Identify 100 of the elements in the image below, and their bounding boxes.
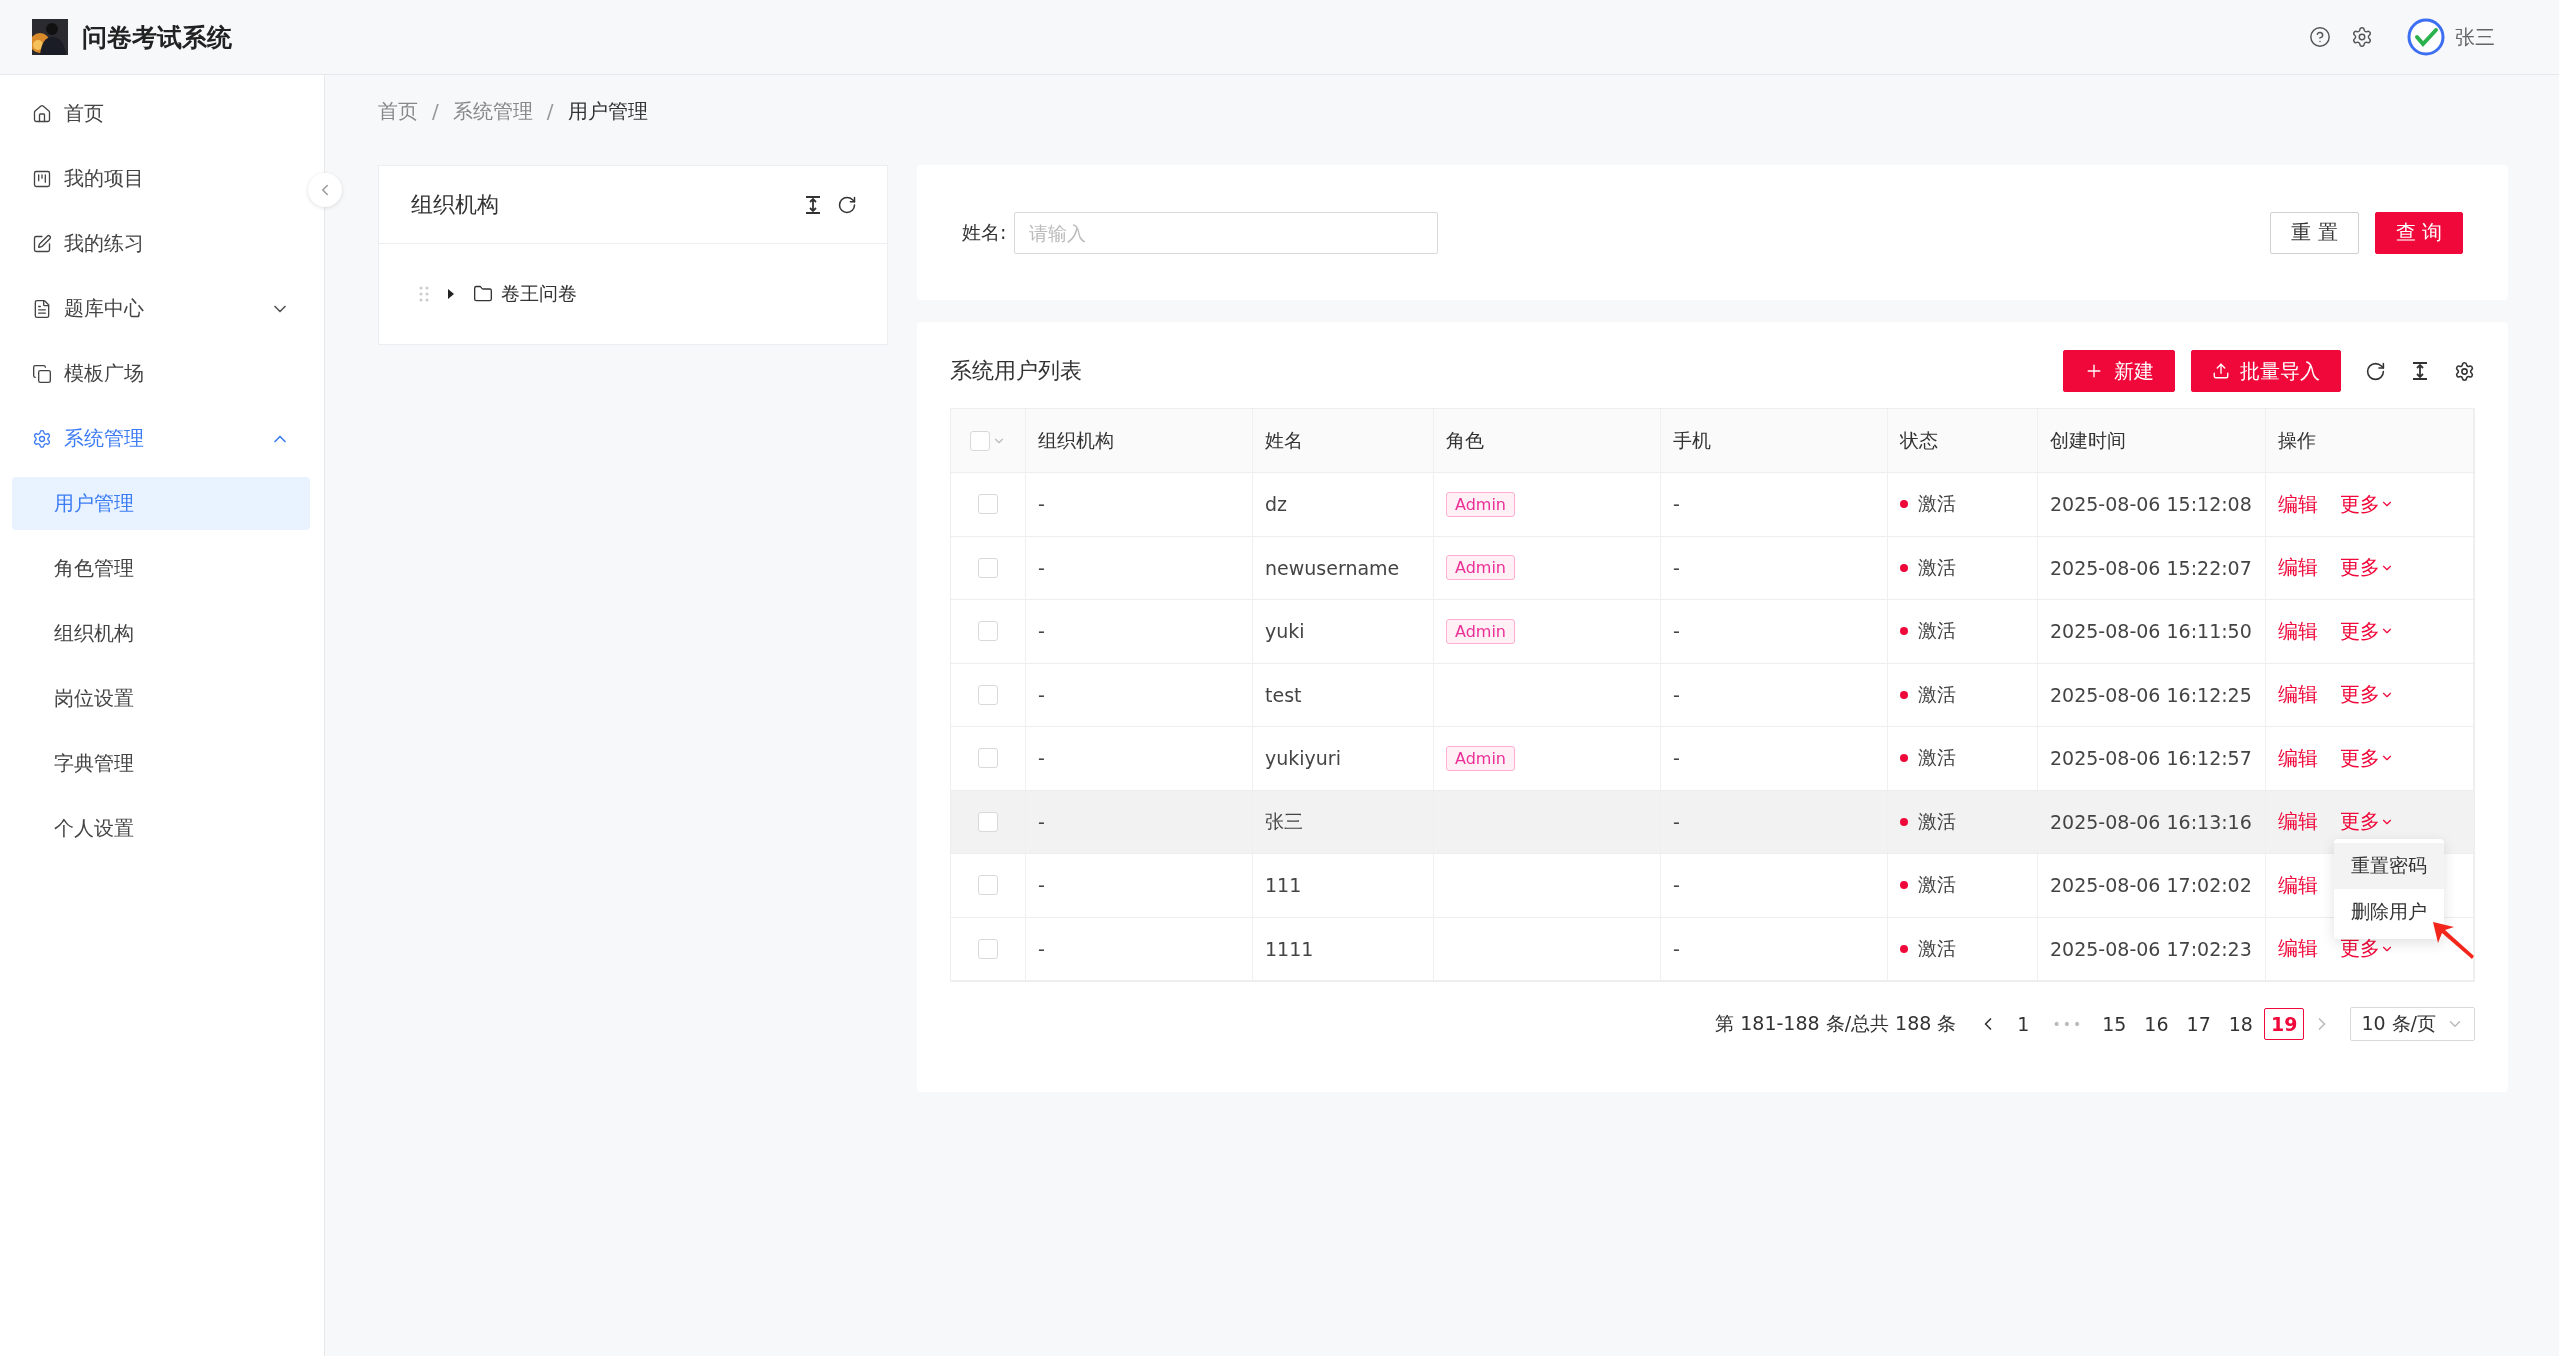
more-link[interactable]: 更多 <box>2340 681 2394 709</box>
row-checkbox[interactable] <box>978 621 998 642</box>
row-checkbox[interactable] <box>978 748 998 769</box>
sidebar-item[interactable]: 我的项目 <box>12 152 310 205</box>
edit-link[interactable]: 编辑 <box>2278 808 2318 836</box>
sidebar-subitem[interactable]: 个人设置 <box>12 802 310 855</box>
edit-link[interactable]: 编辑 <box>2278 681 2318 709</box>
drag-handle-icon[interactable] <box>419 286 429 302</box>
table-cell: - <box>1038 620 1045 643</box>
table-title: 系统用户列表 <box>950 357 1083 385</box>
density-icon[interactable] <box>803 194 823 215</box>
edit-link[interactable]: 编辑 <box>2278 490 2318 518</box>
status-dot <box>1900 500 1908 509</box>
column-header: 手机 <box>1661 409 1888 472</box>
table-cell: - <box>1038 747 1045 770</box>
column-header: 操作 <box>2266 409 2474 472</box>
more-link[interactable]: 更多 <box>2340 744 2394 772</box>
status-dot <box>1900 627 1908 636</box>
row-checkbox[interactable] <box>978 875 998 896</box>
query-button[interactable]: 查 询 <box>2374 211 2463 254</box>
status-dot <box>1900 817 1908 826</box>
reset-button[interactable]: 重 置 <box>2270 211 2359 254</box>
page-button[interactable]: 19 <box>2263 1008 2305 1040</box>
breadcrumb-item: 用户管理 <box>567 97 648 125</box>
menu-item[interactable]: 删除用户 <box>2334 888 2444 935</box>
user-avatar-icon[interactable] <box>2407 18 2445 56</box>
upload-icon <box>2212 362 2230 380</box>
table-cell: - <box>1038 937 1045 960</box>
table-cell: - <box>1673 810 1680 833</box>
column-header: 角色 <box>1434 409 1661 472</box>
role-tag: Admin <box>1446 491 1515 517</box>
sidebar-item[interactable]: 我的练习 <box>12 217 310 270</box>
table-cell: - <box>1038 874 1045 897</box>
status-text: 激活 <box>1918 618 1956 644</box>
status-dot <box>1900 881 1908 890</box>
more-link[interactable]: 更多 <box>2340 935 2394 963</box>
table-cell: - <box>1038 683 1045 706</box>
table-cell: 2025-08-06 16:12:25 <box>2050 683 2252 706</box>
sidebar-item[interactable]: 首页 <box>12 87 310 140</box>
field-label: 姓名: <box>962 219 1007 245</box>
column-header: 组织机构 <box>1026 409 1253 472</box>
app-title: 问卷考试系统 <box>82 21 232 54</box>
table-cell: newusername <box>1265 556 1400 579</box>
sidebar-subitem[interactable]: 岗位设置 <box>12 672 310 725</box>
table-cell: yukiyuri <box>1265 747 1341 770</box>
pagination-summary: 第 181-188 条/总共 188 条 <box>1715 1011 1957 1036</box>
table-cell: dz <box>1265 493 1288 516</box>
table-cell: 2025-08-06 17:02:02 <box>2050 874 2252 897</box>
sidebar-item[interactable]: 模板广场 <box>12 347 310 400</box>
page-size-select[interactable]: 10 条/页 <box>2350 1007 2475 1041</box>
table-cell: test <box>1265 683 1302 706</box>
table-cell: - <box>1038 810 1045 833</box>
sidebar-subitem[interactable]: 角色管理 <box>12 542 310 595</box>
status-dot <box>1900 690 1908 699</box>
refresh-icon[interactable] <box>2365 360 2386 382</box>
collapse-button[interactable] <box>308 173 342 207</box>
import-button[interactable]: 批量导入 <box>2191 350 2341 392</box>
table-cell: 2025-08-06 16:12:57 <box>2050 747 2252 770</box>
sidebar-subitem[interactable]: 字典管理 <box>12 737 310 790</box>
help-icon[interactable] <box>2309 26 2331 48</box>
row-checkbox[interactable] <box>978 811 998 832</box>
user-name[interactable]: 张三 <box>2455 23 2495 51</box>
status-dot <box>1900 944 1908 953</box>
select-all-checkbox[interactable] <box>970 430 990 451</box>
edit-link[interactable]: 编辑 <box>2278 935 2318 963</box>
more-link[interactable]: 更多 <box>2340 554 2394 582</box>
edit-link[interactable]: 编辑 <box>2278 617 2318 645</box>
row-checkbox[interactable] <box>978 684 998 705</box>
settings-icon[interactable] <box>2351 26 2373 48</box>
breadcrumb-item[interactable]: 首页 <box>378 97 418 125</box>
more-link[interactable]: 更多 <box>2340 808 2394 836</box>
table-cell: - <box>1673 747 1680 770</box>
breadcrumb-item[interactable]: 系统管理 <box>452 97 533 125</box>
density-icon[interactable] <box>2410 361 2430 381</box>
row-checkbox[interactable] <box>978 494 998 515</box>
settings-icon[interactable] <box>2454 360 2475 382</box>
sidebar-subitem[interactable]: 用户管理 <box>12 477 310 530</box>
edit-link[interactable]: 编辑 <box>2278 554 2318 582</box>
refresh-icon[interactable] <box>837 194 857 215</box>
row-checkbox[interactable] <box>978 557 998 578</box>
table-cell: yuki <box>1265 620 1305 643</box>
status-text: 激活 <box>1918 808 1956 834</box>
name-input-field[interactable]: 请输入 <box>1014 211 1439 254</box>
annotation-arrow <box>2432 920 2476 961</box>
new-button[interactable]: 新建 <box>2063 350 2175 392</box>
table-cell: - <box>1038 493 1045 516</box>
table-cell: 1111 <box>1265 937 1314 960</box>
sidebar-item[interactable]: 系统管理 <box>12 412 310 465</box>
edit-link[interactable]: 编辑 <box>2278 871 2318 899</box>
table-cell: - <box>1673 556 1680 579</box>
more-link[interactable]: 更多 <box>2340 490 2394 518</box>
sidebar-subitem[interactable]: 组织机构 <box>12 607 310 660</box>
sidebar-item[interactable]: 题库中心 <box>12 282 310 335</box>
status-text: 激活 <box>1918 554 1956 580</box>
row-checkbox[interactable] <box>978 938 998 959</box>
column-header: 姓名 <box>1253 409 1434 472</box>
edit-link[interactable]: 编辑 <box>2278 744 2318 772</box>
menu-item[interactable]: 重置密码 <box>2334 842 2444 889</box>
more-link[interactable]: 更多 <box>2340 617 2394 645</box>
breadcrumb-separator: / <box>432 99 439 123</box>
